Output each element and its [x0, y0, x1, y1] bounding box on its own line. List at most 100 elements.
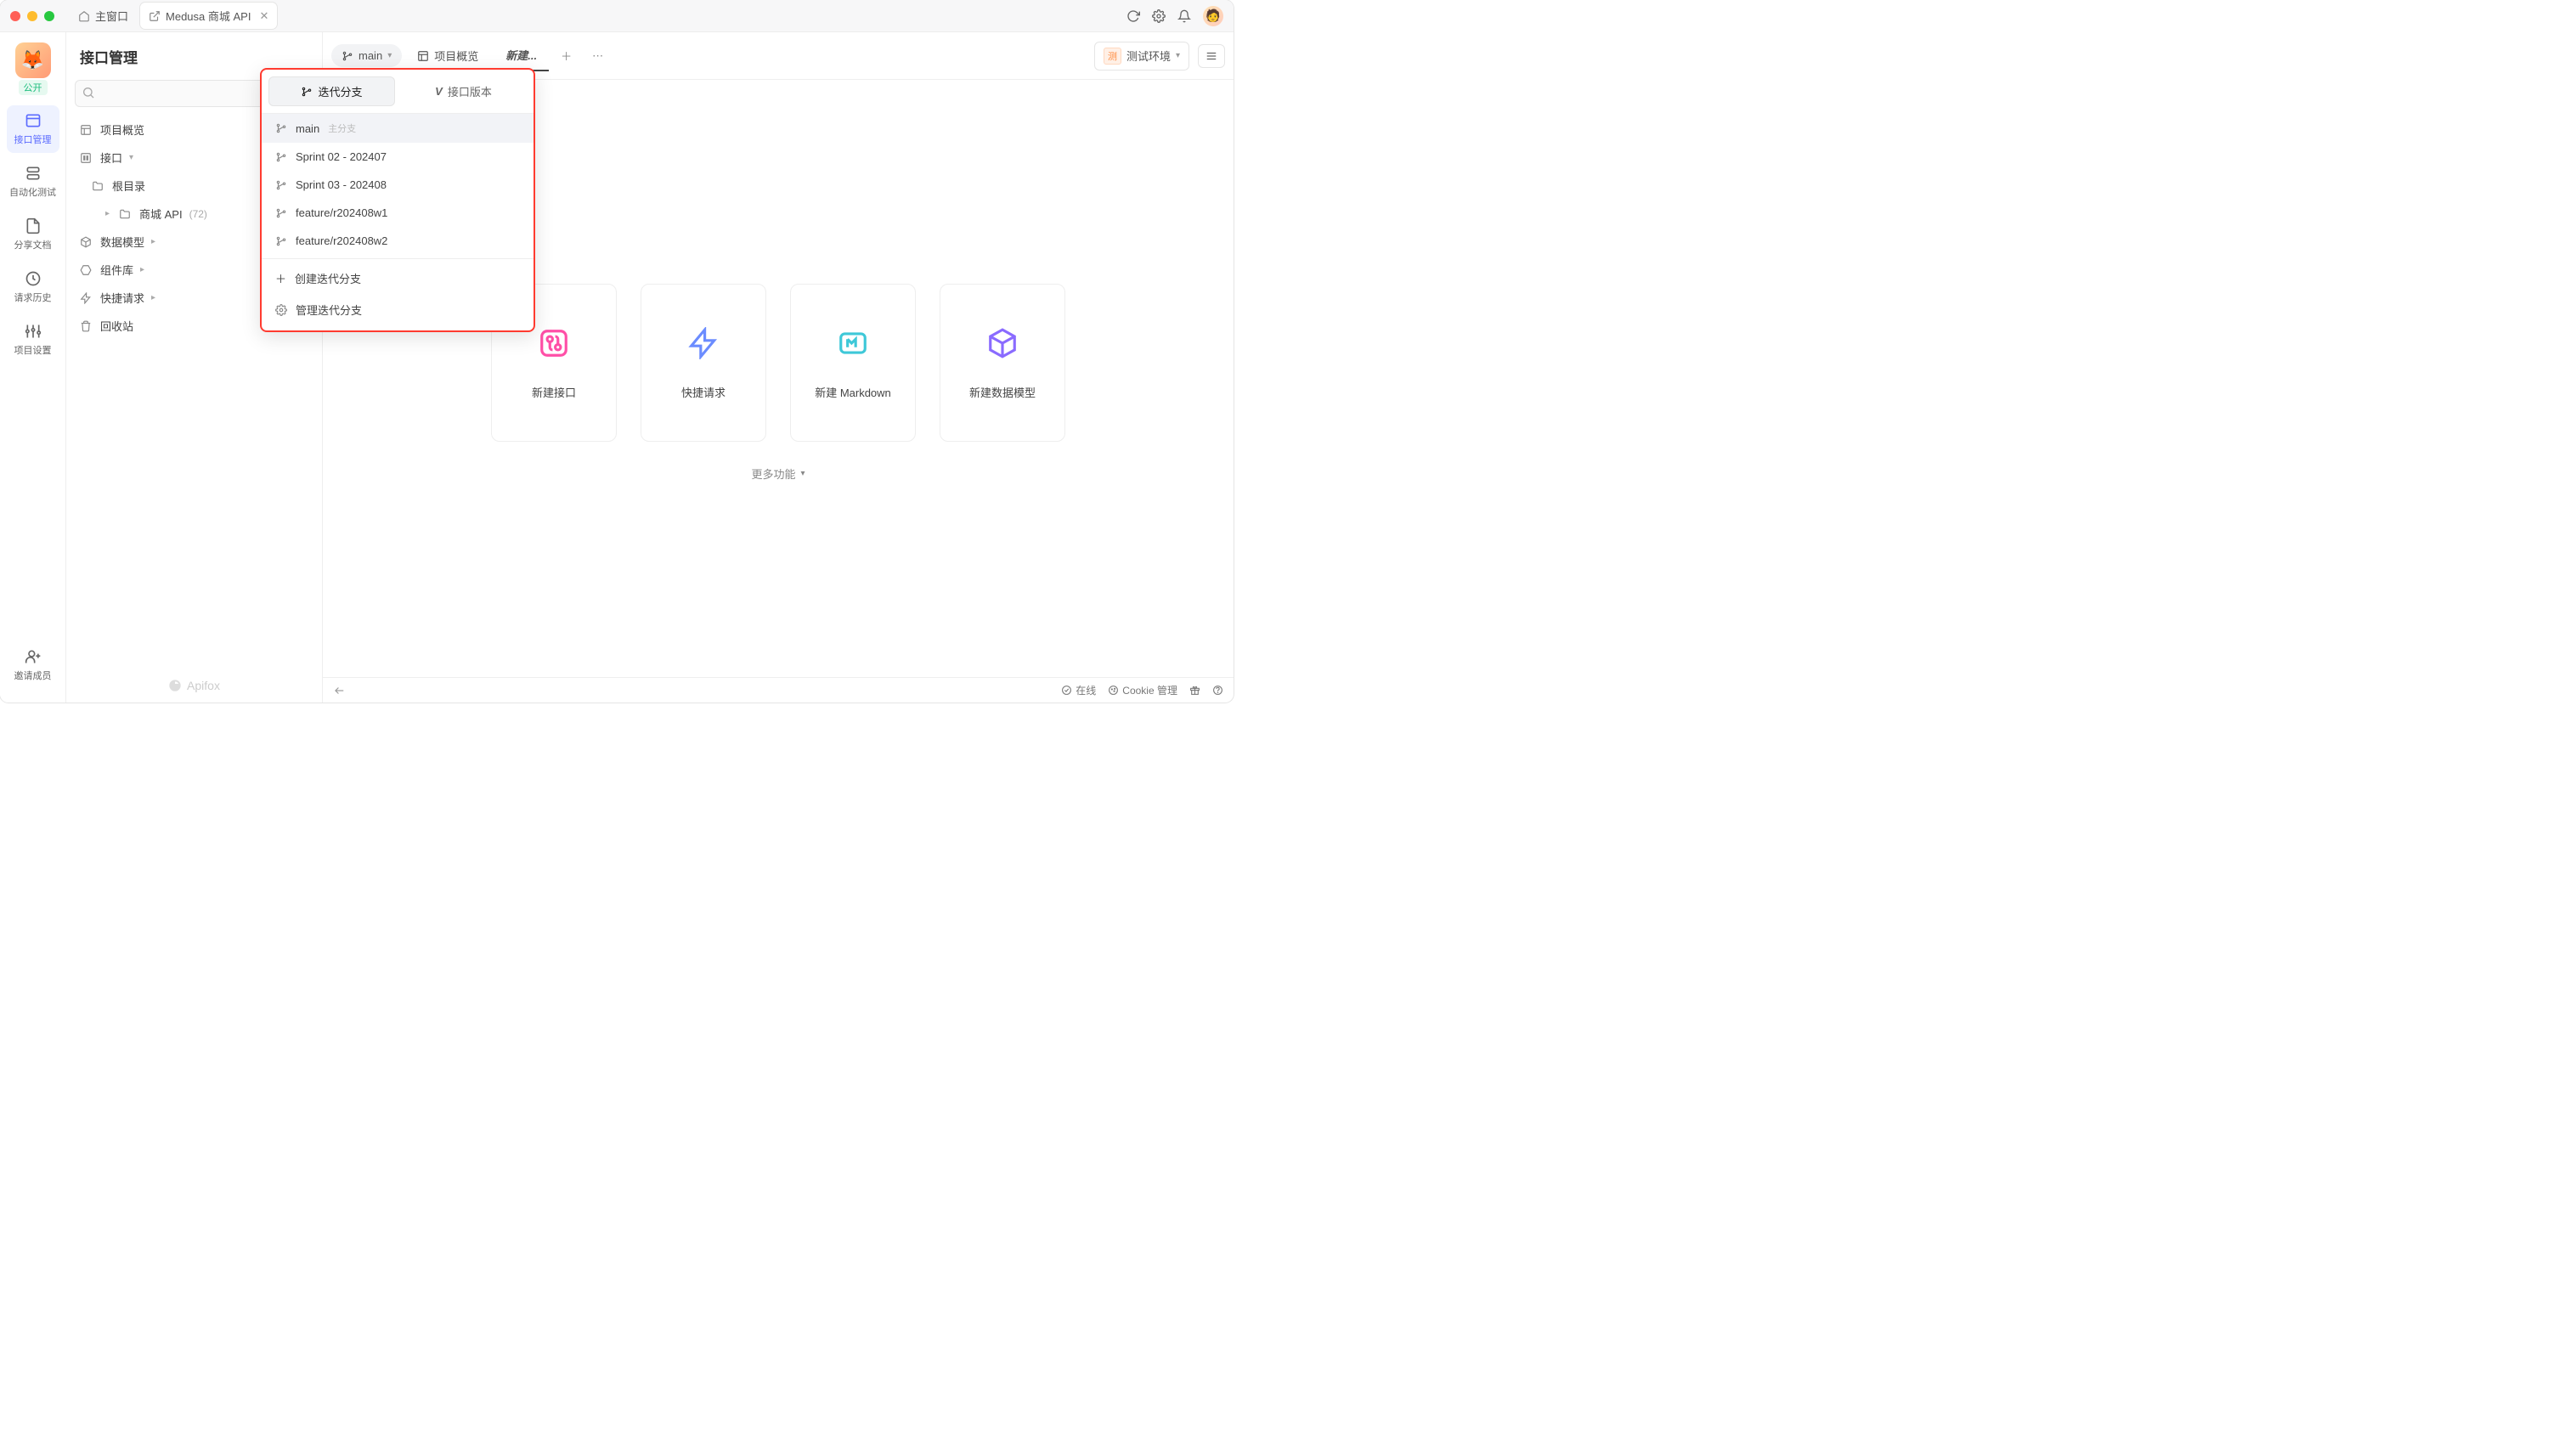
bell-icon[interactable]	[1177, 9, 1191, 23]
branch-dropdown: 迭代分支 V 接口版本 main 主分支 Sprint 02 - 202407 …	[260, 68, 535, 332]
invite-icon	[25, 648, 42, 665]
folder-icon	[119, 208, 133, 220]
new-item-cards: 新建接口 快捷请求 新建 Markdown 新建数据模型	[491, 284, 1065, 442]
card-new-model[interactable]: 新建数据模型	[940, 284, 1065, 442]
branch-name: main	[296, 122, 319, 135]
rail-share-docs[interactable]: 分享文档	[7, 211, 59, 258]
create-branch-item[interactable]: ＋ 创建迭代分支	[262, 262, 534, 294]
chevron-down-icon: ▾	[800, 469, 805, 478]
tree-label: 回收站	[100, 318, 133, 334]
panel-toggle-button[interactable]	[1198, 44, 1225, 68]
external-link-icon	[149, 10, 161, 22]
branch-name: Sprint 02 - 202407	[296, 150, 387, 163]
gear-icon	[275, 304, 287, 316]
tree-label: 商城 API	[139, 206, 183, 222]
cookie-manage[interactable]: Cookie 管理	[1108, 683, 1177, 697]
dropdown-tab-label: 迭代分支	[318, 83, 362, 99]
branch-item[interactable]: feature/r202408w2	[262, 227, 534, 255]
rail-api-management[interactable]: 接口管理	[7, 105, 59, 153]
card-quick-request[interactable]: 快捷请求	[641, 284, 766, 442]
project-settings-icon	[25, 323, 42, 340]
left-rail: 🦊 公开 接口管理 自动化测试 分享文档 请求历史 项目设置	[0, 32, 66, 703]
refresh-icon[interactable]	[1126, 9, 1140, 23]
main-window-tab[interactable]: 主窗口	[70, 3, 137, 29]
tab-menu-button[interactable]: ⋯	[584, 44, 612, 68]
tree-label: 项目概览	[100, 121, 144, 138]
rail-label: 请求历史	[14, 291, 52, 304]
branch-icon	[301, 86, 313, 98]
create-branch-label: 创建迭代分支	[295, 270, 361, 286]
model-icon	[80, 236, 93, 248]
chevron-right-icon: ▸	[151, 237, 160, 246]
rail-automation[interactable]: 自动化测试	[7, 158, 59, 206]
rail-label: 接口管理	[14, 133, 52, 146]
content-tab-overview[interactable]: 项目概览	[405, 41, 490, 71]
branch-name: Sprint 03 - 202408	[296, 178, 387, 191]
rail-invite[interactable]: 邀请成员	[7, 641, 59, 689]
project-avatar: 🦊	[15, 42, 51, 78]
user-avatar[interactable]: 🧑	[1203, 6, 1223, 26]
chevron-down-icon: ▾	[129, 153, 138, 162]
settings-icon[interactable]	[1152, 9, 1166, 23]
chevron-right-icon: ▸	[140, 265, 149, 274]
branch-icon	[275, 207, 287, 219]
content-tab-new[interactable]: 新建...	[494, 40, 549, 71]
data-model-icon	[985, 326, 1019, 360]
chevron-right-icon: ▸	[105, 209, 114, 218]
branch-icon	[275, 235, 287, 247]
home-icon	[78, 10, 90, 22]
project-tab-label: Medusa 商城 API	[166, 8, 251, 24]
branch-icon	[342, 50, 353, 62]
environment-selector[interactable]: 测 测试环境 ▾	[1094, 42, 1189, 71]
dropdown-tab-branches[interactable]: 迭代分支	[268, 76, 395, 106]
branch-icon	[275, 122, 287, 134]
chevron-right-icon: ▸	[151, 293, 160, 302]
new-api-icon	[537, 326, 571, 360]
online-status[interactable]: 在线	[1061, 683, 1096, 697]
version-icon: V	[435, 85, 443, 98]
card-label: 新建 Markdown	[815, 384, 891, 400]
branch-label: main	[359, 49, 382, 62]
markdown-icon	[836, 326, 870, 360]
branch-name: feature/r202408w2	[296, 234, 387, 247]
project-switcher[interactable]: 🦊 公开	[12, 42, 54, 95]
more-features-link[interactable]: 更多功能 ▾	[751, 466, 805, 482]
branch-tag: 主分支	[328, 121, 356, 135]
chevron-down-icon: ▾	[1176, 51, 1180, 60]
rail-history[interactable]: 请求历史	[7, 263, 59, 311]
window-controls	[10, 11, 54, 21]
card-new-markdown[interactable]: 新建 Markdown	[790, 284, 916, 442]
env-tag: 测	[1104, 48, 1121, 65]
branch-item[interactable]: Sprint 03 - 202408	[262, 171, 534, 199]
manage-branch-item[interactable]: 管理迭代分支	[262, 294, 534, 325]
help-icon[interactable]	[1212, 685, 1223, 696]
tree-label: 根目录	[112, 178, 145, 194]
close-window-icon[interactable]	[10, 11, 20, 21]
tree-label: 数据模型	[100, 234, 144, 250]
collapse-sidebar-icon[interactable]	[333, 685, 345, 697]
rail-project-settings[interactable]: 项目设置	[7, 316, 59, 364]
card-label: 快捷请求	[681, 384, 726, 400]
status-bar: 在线 Cookie 管理	[323, 677, 1234, 703]
search-icon	[82, 86, 95, 99]
project-tab[interactable]: Medusa 商城 API ✕	[140, 3, 277, 29]
overview-tab-icon	[417, 50, 429, 62]
branch-item[interactable]: Sprint 02 - 202407	[262, 143, 534, 171]
maximize-window-icon[interactable]	[44, 11, 54, 21]
rail-label: 自动化测试	[9, 185, 56, 199]
minimize-window-icon[interactable]	[27, 11, 37, 21]
env-label: 测试环境	[1126, 48, 1171, 64]
manage-branch-label: 管理迭代分支	[296, 302, 362, 318]
branch-item[interactable]: feature/r202408w1	[262, 199, 534, 227]
close-tab-icon[interactable]: ✕	[259, 9, 268, 23]
gift-icon[interactable]	[1189, 685, 1200, 696]
branch-selector[interactable]: main ▾	[331, 44, 402, 67]
quick-request-icon	[686, 326, 720, 360]
share-icon	[25, 217, 42, 234]
dropdown-tab-versions[interactable]: V 接口版本	[400, 76, 527, 106]
branch-item-main[interactable]: main 主分支	[262, 114, 534, 143]
add-tab-button[interactable]: ＋	[552, 42, 580, 69]
quick-icon	[80, 292, 93, 304]
tree-label: 快捷请求	[100, 290, 144, 306]
card-label: 新建接口	[532, 384, 576, 400]
